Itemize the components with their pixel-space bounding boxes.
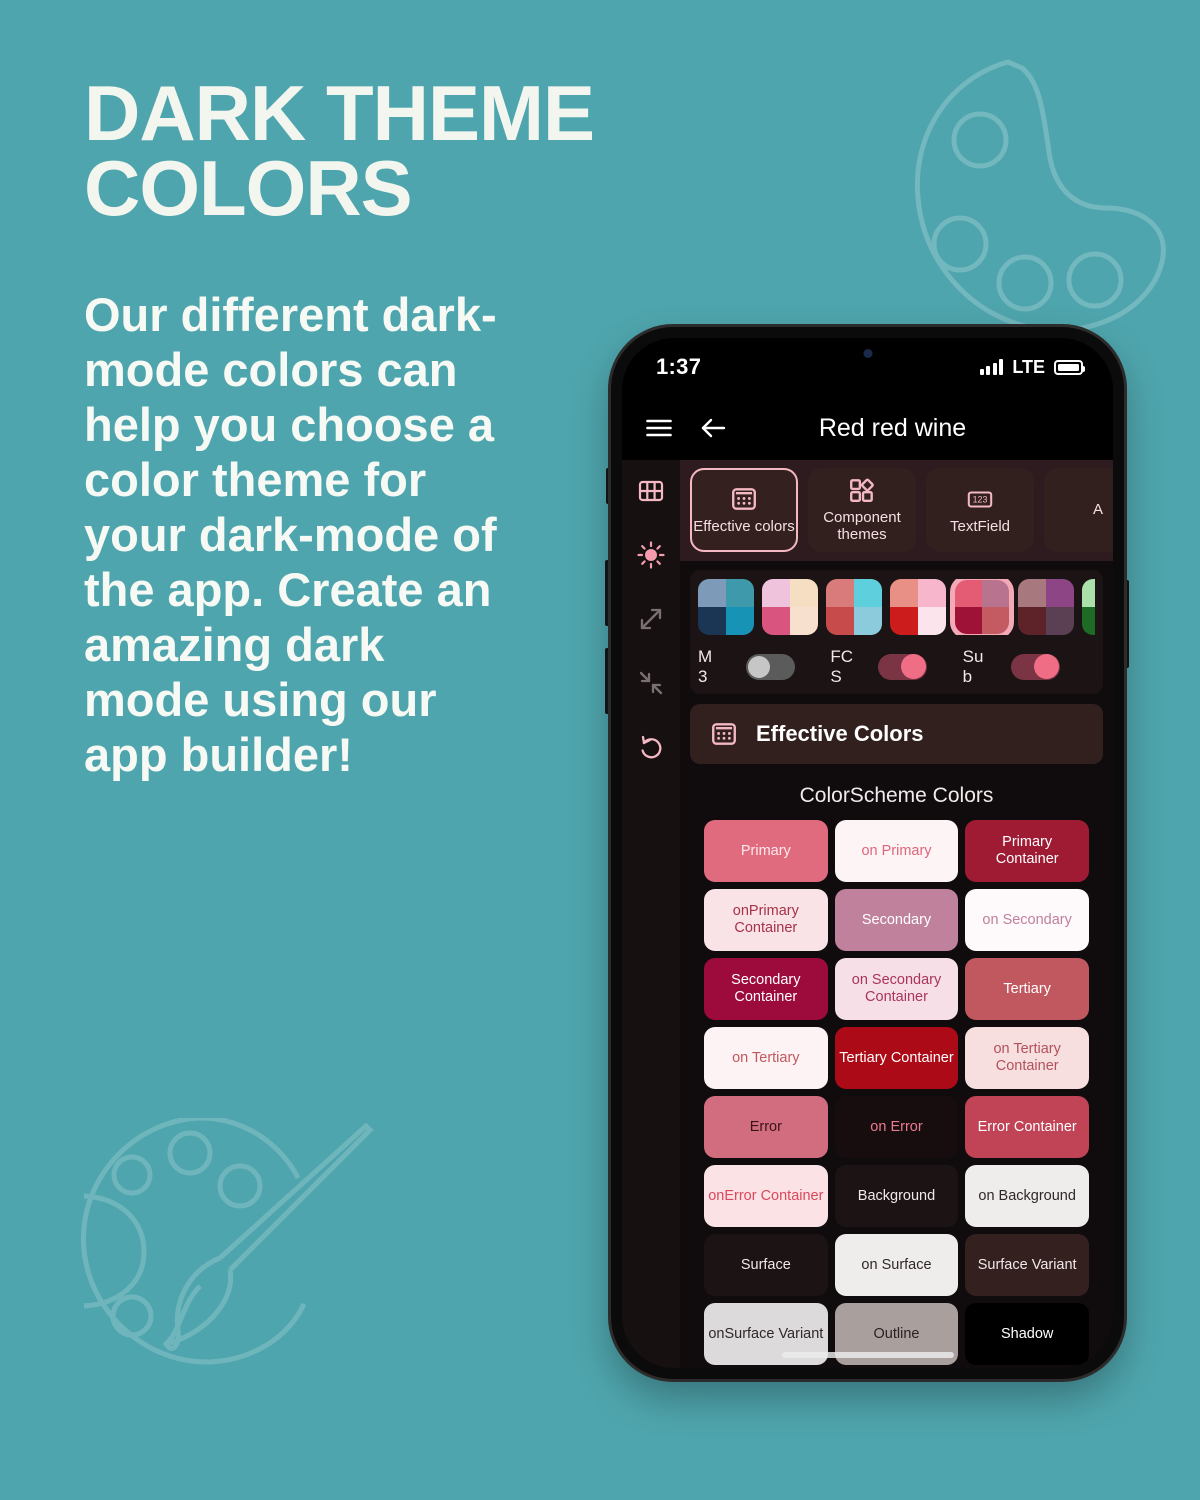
component-themes-icon [850, 478, 874, 503]
palette-swatch[interactable] [1018, 579, 1074, 635]
palette-swatch[interactable] [1082, 579, 1095, 635]
effective-colors-icon [712, 723, 736, 745]
color-card[interactable]: on Secondary [965, 889, 1089, 952]
reset-undo-icon[interactable] [636, 732, 666, 762]
color-card[interactable]: on Secondary Container [834, 958, 959, 1021]
status-time: 1:37 [656, 354, 702, 379]
color-card[interactable]: on Primary [834, 820, 959, 883]
status-bar: 1:37 LTE [622, 338, 1113, 396]
color-card[interactable]: Background [834, 1165, 959, 1228]
effective-colors-scroll[interactable]: Effective Colors ColorScheme Colors Prim… [680, 694, 1113, 1368]
palette-swatch[interactable] [762, 579, 818, 635]
color-card[interactable]: Tertiary Container [834, 1027, 959, 1090]
expand-arrows-icon[interactable] [636, 604, 666, 634]
color-card[interactable]: Surface [704, 1234, 828, 1297]
switch-knob [901, 654, 927, 680]
toggle-label: M3 [698, 647, 713, 686]
notch [792, 338, 943, 364]
phone-screen: 1:37 LTE Red red wine Effective colors C… [622, 338, 1113, 1368]
palette-swatch[interactable] [698, 579, 754, 635]
app-bar: Red red wine [622, 396, 1113, 460]
color-scheme-grid: Primary on Primary Primary Container onP… [680, 820, 1113, 1366]
palette-swatch-list [698, 579, 1095, 635]
poster-copy: DARK THEME COLORS Our different dark-mod… [84, 69, 684, 783]
headline-line-2: COLORS [84, 143, 413, 232]
toggle-fcs: FC S [830, 647, 962, 686]
color-card[interactable]: Surface Variant [965, 1234, 1089, 1297]
signal-bars-icon [979, 359, 1004, 375]
tab-label: A [1092, 500, 1103, 518]
toggle-m3: M3 [698, 647, 830, 686]
content-area: Effective colors Component themes 123 Te… [680, 460, 1113, 1368]
toggle-sub: Su b [963, 647, 1095, 686]
toggle-label: FC S [830, 647, 853, 686]
tab-textfield[interactable]: 123 TextField [926, 468, 1034, 552]
section-title: ColorScheme Colors [799, 784, 994, 808]
textfield-123-icon: 123 [967, 491, 993, 508]
color-card[interactable]: on Error [834, 1096, 959, 1159]
battery-full-icon [1054, 359, 1085, 375]
color-card[interactable]: Secondary [834, 889, 959, 952]
headline-line-1: DARK THEME [84, 69, 595, 157]
palette-brush-icon [80, 1118, 374, 1365]
effective-colors-title: Effective Colors [756, 721, 924, 747]
toggle-switch-sub[interactable] [1010, 653, 1060, 680]
color-card[interactable]: Error Container [965, 1096, 1089, 1159]
page-title: DARK THEME COLORS [84, 69, 684, 232]
phone-mockup: 1:37 LTE Red red wine Effective colors C… [611, 327, 1124, 1379]
tab-component-themes[interactable]: Component themes [808, 468, 916, 552]
color-card[interactable]: on Tertiary [704, 1027, 828, 1090]
svg-text:123: 123 [973, 494, 988, 504]
palette-outline-icon [914, 59, 1166, 333]
color-card[interactable]: Primary Container [965, 820, 1089, 883]
palette-selector-card: M3 FC S Su b [690, 570, 1103, 695]
collapse-arrows-icon[interactable] [636, 668, 666, 698]
body-paragraph: Our different dark-mode colors can help … [84, 287, 497, 781]
effective-colors-icon [732, 487, 756, 510]
color-card[interactable]: onError Container [704, 1165, 828, 1228]
color-card[interactable]: onPrimary Container [704, 889, 828, 952]
color-card[interactable]: Shadow [965, 1303, 1089, 1366]
switch-knob [1033, 654, 1059, 680]
toggle-switch-m3[interactable] [746, 653, 795, 680]
effective-colors-header[interactable]: Effective Colors [690, 704, 1103, 765]
palette-swatch[interactable] [826, 579, 882, 635]
palette-swatch[interactable] [890, 579, 946, 635]
brightness-sun-icon[interactable] [636, 540, 666, 570]
toggle-switch-fcs[interactable] [878, 653, 928, 680]
color-card[interactable]: on Background [965, 1165, 1089, 1228]
grid-icon[interactable] [636, 476, 666, 506]
arrow-left-icon[interactable] [696, 411, 730, 445]
toggle-row: M3 FC S Su b [698, 647, 1095, 686]
palette-swatch-selected[interactable] [950, 579, 1014, 635]
color-card[interactable]: Error [704, 1096, 828, 1159]
tab-partial-next[interactable]: A [1044, 468, 1113, 552]
color-card[interactable]: on Surface [834, 1234, 959, 1297]
color-card[interactable]: Secondary Container [704, 958, 828, 1021]
tab-bar: Effective colors Component themes 123 Te… [680, 460, 1113, 561]
app-bar-title: Red red wine [818, 413, 967, 442]
front-camera-icon [863, 349, 872, 358]
navigation-rail [622, 460, 680, 1368]
toggle-label: Su b [962, 647, 984, 686]
hamburger-menu-icon[interactable] [642, 411, 676, 445]
color-card[interactable]: on Tertiary Container [965, 1027, 1089, 1090]
tab-label: Effective colors [693, 517, 795, 535]
switch-knob [748, 655, 770, 678]
color-card[interactable]: Primary [704, 820, 828, 883]
color-card[interactable]: Tertiary [965, 958, 1089, 1021]
tab-effective-colors[interactable]: Effective colors [690, 468, 798, 552]
home-indicator-bar[interactable] [781, 1352, 954, 1358]
network-label: LTE [1012, 356, 1045, 377]
tab-label: TextField [949, 517, 1011, 535]
tab-label: Component themes [823, 509, 901, 543]
